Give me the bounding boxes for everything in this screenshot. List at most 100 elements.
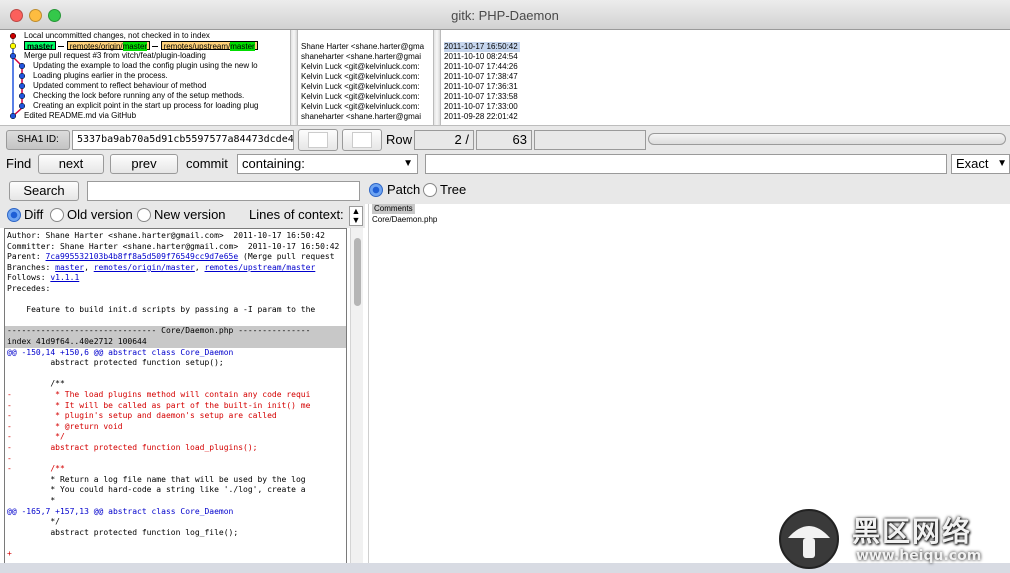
commit-node[interactable] — [18, 92, 26, 100]
commit-node-local[interactable] — [9, 32, 17, 40]
commit-node[interactable] — [18, 82, 26, 90]
ref-tag-local-branch[interactable]: master — [24, 41, 57, 51]
ref-tag-remote-origin[interactable]: remotes/origin/master — [66, 41, 151, 51]
diff-text: * Return a log file name that will be us… — [7, 474, 306, 484]
lines-of-context-label: Lines of context: — [249, 207, 344, 222]
commit-row[interactable]: Edited README.md via GitHub — [24, 111, 136, 121]
commit-row[interactable]: Merge pull request #3 from vitch/feat/pl… — [24, 51, 206, 61]
diff-text: Committer: Shane Harter <shane.harter@gm… — [7, 241, 340, 251]
diff-text: abstract protected function log_file(); — [7, 527, 239, 537]
tree-label[interactable]: Tree — [440, 182, 466, 198]
old-version-radio[interactable] — [50, 208, 64, 222]
date-cell[interactable]: 2011-10-07 17:33:00 — [444, 102, 518, 112]
diff-text: @@ -150,14 +150,6 @@ abstract class Core… — [7, 347, 234, 357]
patch-radio[interactable] — [369, 183, 383, 197]
ref-tag-remote-upstream[interactable]: remotes/upstream/master — [160, 41, 258, 51]
search-button[interactable]: Search — [9, 181, 79, 201]
search-input[interactable] — [87, 181, 360, 201]
commit-node[interactable] — [18, 102, 26, 110]
diff-text: abstract protected function setup(); — [7, 358, 224, 368]
chevron-down-icon: ▼ — [403, 158, 413, 169]
commit-node-head[interactable] — [9, 42, 17, 50]
lines-of-context-spinner[interactable]: ▲ ▼ — [349, 206, 363, 226]
find-label: Find — [6, 156, 32, 171]
diff-line: @@ -165,7 +157,13 @@ abstract class Core… — [7, 507, 233, 518]
old-version-label[interactable]: Old version — [67, 207, 133, 223]
find-next-button[interactable]: next — [38, 154, 104, 174]
diff-link[interactable]: remotes/upstream/master — [205, 263, 316, 272]
commit-row[interactable]: Checking the lock before running any of … — [33, 91, 244, 101]
date-cell[interactable]: 2011-10-07 17:36:31 — [444, 82, 518, 92]
find-input[interactable] — [425, 154, 947, 174]
find-mode-select[interactable]: containing: ▼ — [237, 154, 418, 174]
commit-row[interactable]: Updating the example to load the config … — [33, 61, 258, 71]
commit-date-list[interactable]: 2011-10-17 16:50:42 2011-10-10 08:24:54 … — [441, 30, 1010, 125]
patch-label[interactable]: Patch — [387, 182, 420, 198]
author-cell[interactable]: Kelvin Luck <git@kelvinluck.com: — [301, 92, 420, 102]
find-toolbar: Find next prev commit containing: ▼ Exac… — [0, 153, 1010, 180]
diff-line: - * It will be called as part of the bui… — [7, 401, 310, 412]
commit-node[interactable] — [9, 52, 17, 60]
commit-row-uncommitted[interactable]: Local uncommitted changes, not checked i… — [24, 31, 210, 41]
diff-text: - /** — [7, 464, 65, 474]
diff-line: abstract protected function log_file(); — [7, 528, 238, 539]
new-version-label[interactable]: New version — [154, 207, 226, 223]
diff-line: Precedes: — [7, 284, 50, 295]
comments-item[interactable]: Comments — [372, 204, 415, 214]
pane-sash-right[interactable] — [433, 30, 441, 125]
date-cell[interactable]: 2011-10-07 17:33:58 — [444, 92, 518, 102]
date-cell[interactable]: 2011-10-10 08:24:54 — [444, 52, 518, 62]
diff-radio[interactable] — [7, 208, 21, 222]
author-cell[interactable]: Kelvin Luck <git@kelvinluck.com: — [301, 102, 420, 112]
find-match-value: Exact — [956, 156, 989, 171]
author-cell[interactable]: Kelvin Luck <git@kelvinluck.com: — [301, 82, 420, 92]
diff-link[interactable]: remotes/origin/master — [94, 263, 195, 272]
diff-text: ------------------------------- Core/Dae… — [7, 326, 311, 336]
diff-link[interactable]: v1.1.1 — [50, 273, 79, 282]
file-item[interactable]: Core/Daemon.php — [372, 215, 437, 225]
forward-button[interactable] — [342, 129, 382, 151]
diff-line: - * @return void — [7, 422, 123, 433]
diff-link[interactable]: 7ca995532103b4b8ff8a5d509f76549cc9d7e65e — [46, 252, 239, 261]
commit-node[interactable] — [18, 72, 26, 80]
diff-text: - abstract protected function load_plugi… — [7, 443, 258, 452]
spinner-down-icon: ▼ — [351, 215, 361, 225]
sha1-id-button[interactable]: SHA1 ID: — [6, 130, 70, 150]
ref-tag-remote-branch: master — [230, 42, 255, 51]
commit-subject-list[interactable]: Local uncommitted changes, not checked i… — [0, 30, 290, 125]
commit-row[interactable]: Loading plugins earlier in the process. — [33, 71, 168, 81]
date-cell[interactable]: 2011-09-28 22:01:42 — [444, 112, 518, 122]
diff-scrollbar[interactable] — [350, 228, 363, 568]
author-cell[interactable]: shaneharter <shane.harter@gmai — [301, 112, 421, 122]
diff-link[interactable]: master — [55, 263, 84, 272]
diff-line: - /** — [7, 464, 65, 475]
author-cell[interactable]: Shane Harter <shane.harter@gma — [301, 42, 424, 52]
commit-row[interactable]: Creating an explicit point in the start … — [33, 101, 258, 111]
tree-radio[interactable] — [423, 183, 437, 197]
find-prev-button[interactable]: prev — [110, 154, 178, 174]
author-cell[interactable]: shaneharter <shane.harter@gmai — [301, 52, 421, 62]
new-version-radio[interactable] — [137, 208, 151, 222]
commit-row[interactable]: Updated comment to reflect behaviour of … — [33, 81, 206, 91]
commit-author-list[interactable]: Shane Harter <shane.harter@gma shanehart… — [298, 30, 433, 125]
author-cell[interactable]: Kelvin Luck <git@kelvinluck.com: — [301, 72, 420, 82]
commit-node[interactable] — [9, 112, 17, 120]
scrollbar-thumb[interactable] — [354, 238, 361, 306]
find-match-select[interactable]: Exact ▼ — [951, 154, 1010, 174]
pane-sash-left[interactable] — [290, 30, 298, 125]
author-cell[interactable]: Kelvin Luck <git@kelvinluck.com: — [301, 62, 420, 72]
diff-view[interactable]: Author: Shane Harter <shane.harter@gmail… — [4, 228, 347, 568]
diff-line: */ — [7, 517, 60, 528]
watermark-url: www.heiqu.com — [856, 548, 982, 564]
date-cell-selected[interactable]: 2011-10-17 16:50:42 — [444, 42, 520, 52]
back-button[interactable] — [298, 129, 338, 151]
diff-label[interactable]: Diff — [24, 207, 43, 223]
row-current: 2 — [454, 132, 462, 147]
commit-row-refs[interactable]: master remotes/origin/master remotes/ups… — [24, 41, 258, 51]
diff-line: - * The load plugins method will contain… — [7, 390, 310, 401]
row-total-field: 63 — [476, 130, 532, 150]
sha1-id-field[interactable]: 5337ba9ab70a5d91cb5597577a84473dcde40003 — [72, 130, 294, 150]
date-cell[interactable]: 2011-10-07 17:38:47 — [444, 72, 518, 82]
commit-node[interactable] — [18, 62, 26, 70]
date-cell[interactable]: 2011-10-07 17:44:26 — [444, 62, 518, 72]
